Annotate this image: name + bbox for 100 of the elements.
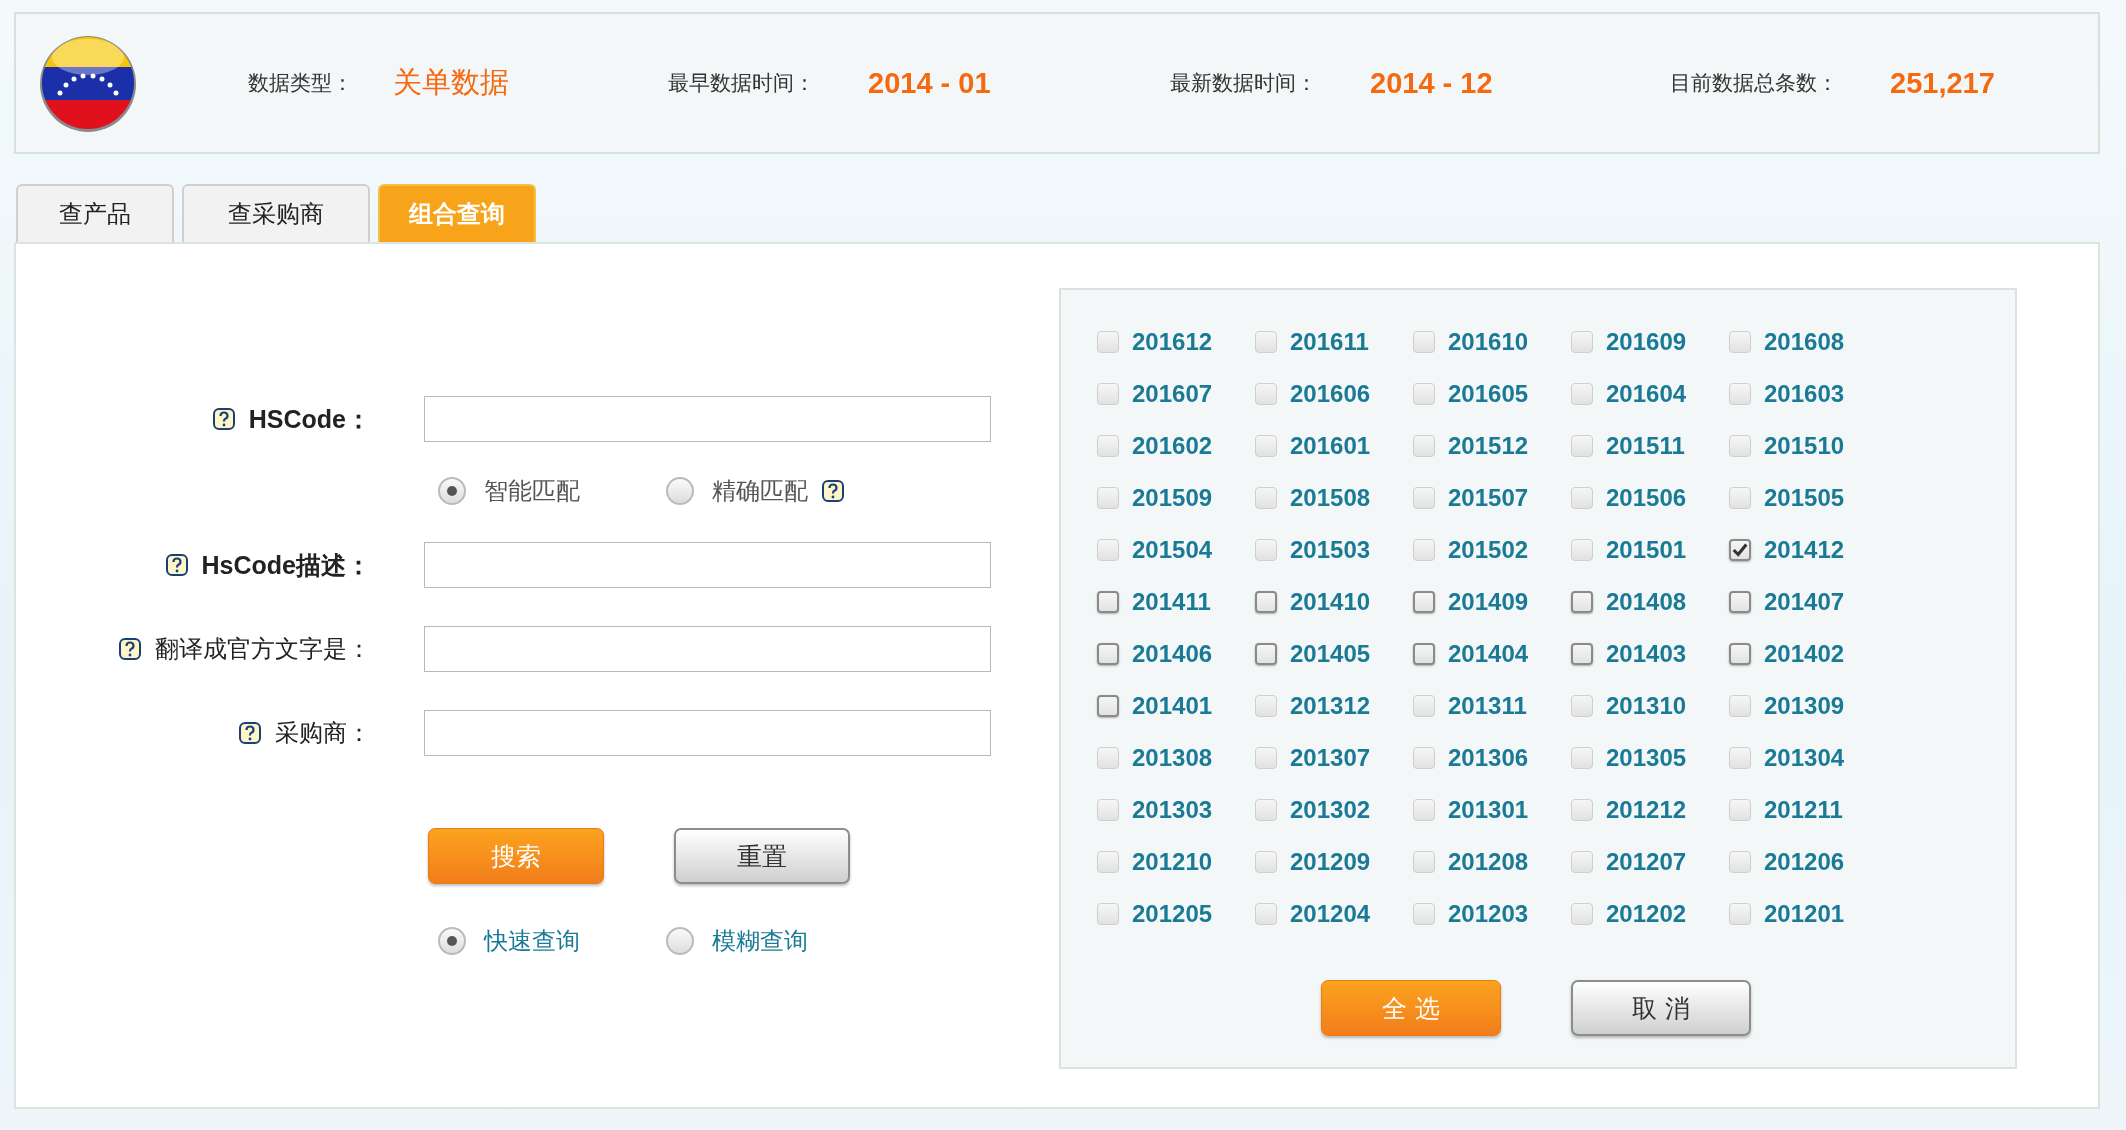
month-label: 201210 bbox=[1132, 848, 1213, 876]
month-label: 201302 bbox=[1290, 796, 1371, 824]
month-label: 201306 bbox=[1448, 744, 1529, 772]
month-label: 201209 bbox=[1290, 848, 1371, 876]
checkbox[interactable] bbox=[1413, 643, 1435, 665]
month-label: 201506 bbox=[1606, 484, 1687, 512]
month-label: 201202 bbox=[1606, 900, 1687, 928]
help-icon[interactable] bbox=[212, 408, 235, 430]
checkbox[interactable] bbox=[1729, 539, 1751, 561]
month-label: 201212 bbox=[1606, 796, 1687, 824]
help-icon[interactable] bbox=[165, 554, 188, 576]
month-label: 201603 bbox=[1764, 380, 1845, 408]
month-label: 201211 bbox=[1764, 796, 1843, 824]
month-label: 201310 bbox=[1606, 692, 1687, 720]
month-label: 201412 bbox=[1764, 536, 1845, 564]
checkbox[interactable] bbox=[1571, 591, 1593, 613]
month-label: 201502 bbox=[1448, 536, 1529, 564]
checkbox[interactable] bbox=[1097, 643, 1119, 665]
month-button[interactable]: 取 消 bbox=[1571, 980, 1751, 1036]
month-label: 201608 bbox=[1764, 328, 1845, 356]
month-label: 201507 bbox=[1448, 484, 1529, 512]
field-label: HsCode描述： bbox=[201, 549, 371, 581]
radio-label: 模糊查询 bbox=[712, 926, 808, 957]
checkbox[interactable] bbox=[1255, 643, 1277, 665]
radio-label: 快速查询 bbox=[484, 926, 580, 957]
radio-button[interactable] bbox=[438, 927, 466, 955]
month-label: 201601 bbox=[1290, 432, 1371, 460]
stat-value: 251,217 bbox=[1890, 66, 1995, 100]
stat-label: 数据类型： bbox=[248, 70, 354, 97]
month-label: 201205 bbox=[1132, 900, 1213, 928]
checkbox[interactable] bbox=[1097, 591, 1119, 613]
month-label: 201405 bbox=[1290, 640, 1371, 668]
radio-button[interactable] bbox=[666, 927, 694, 955]
input-field[interactable] bbox=[424, 396, 991, 442]
month-label: 201206 bbox=[1764, 848, 1845, 876]
month-label: 201408 bbox=[1606, 588, 1687, 616]
month-label: 201602 bbox=[1132, 432, 1213, 460]
checkbox[interactable] bbox=[1255, 591, 1277, 613]
radio-label: 智能匹配 bbox=[484, 476, 580, 507]
tab[interactable]: 查采购商 bbox=[182, 184, 370, 242]
month-label: 201606 bbox=[1290, 380, 1371, 408]
month-label: 201501 bbox=[1606, 536, 1687, 564]
month-label: 201402 bbox=[1764, 640, 1845, 668]
month-label: 201404 bbox=[1448, 640, 1529, 668]
month-label: 201607 bbox=[1132, 380, 1213, 408]
field-label: HSCode： bbox=[248, 403, 371, 435]
form-button[interactable]: 重置 bbox=[674, 828, 850, 884]
month-label: 201406 bbox=[1132, 640, 1213, 668]
month-label: 201407 bbox=[1764, 588, 1845, 616]
help-icon[interactable] bbox=[119, 638, 141, 660]
month-label: 201311 bbox=[1448, 692, 1527, 720]
month-label: 201509 bbox=[1132, 484, 1213, 512]
month-label: 201312 bbox=[1290, 692, 1371, 720]
month-label: 201503 bbox=[1290, 536, 1371, 564]
checkbox[interactable] bbox=[1413, 591, 1435, 613]
month-label: 201304 bbox=[1764, 744, 1845, 772]
checkbox[interactable] bbox=[1729, 591, 1751, 613]
stat-value: 2014 - 01 bbox=[868, 66, 991, 100]
stat-label: 最早数据时间： bbox=[668, 70, 816, 97]
month-label: 201307 bbox=[1290, 744, 1371, 772]
month-label: 201301 bbox=[1448, 796, 1529, 824]
month-label: 201204 bbox=[1290, 900, 1371, 928]
month-label: 201305 bbox=[1606, 744, 1687, 772]
stat-label: 目前数据总条数： bbox=[1670, 70, 1839, 97]
month-label: 201612 bbox=[1132, 328, 1213, 356]
month-label: 201403 bbox=[1606, 640, 1687, 668]
month-label: 201604 bbox=[1606, 380, 1687, 408]
radio-label: 精确匹配 bbox=[712, 476, 808, 507]
month-label: 201505 bbox=[1764, 484, 1845, 512]
field-label: 采购商： bbox=[275, 718, 371, 749]
help-icon[interactable] bbox=[239, 722, 261, 744]
month-label: 201609 bbox=[1606, 328, 1687, 356]
month-label: 201510 bbox=[1764, 432, 1845, 460]
input-field[interactable] bbox=[424, 710, 991, 756]
input-field[interactable] bbox=[424, 626, 991, 672]
month-label: 201308 bbox=[1132, 744, 1213, 772]
input-field[interactable] bbox=[424, 542, 991, 588]
month-label: 201511 bbox=[1606, 432, 1685, 460]
month-label: 201611 bbox=[1290, 328, 1369, 356]
month-label: 201401 bbox=[1132, 692, 1213, 720]
month-label: 201411 bbox=[1132, 588, 1211, 616]
month-label: 201309 bbox=[1764, 692, 1845, 720]
checkbox[interactable] bbox=[1571, 643, 1593, 665]
help-icon[interactable] bbox=[822, 480, 844, 502]
month-label: 201610 bbox=[1448, 328, 1529, 356]
month-label: 201508 bbox=[1290, 484, 1371, 512]
radio-button[interactable] bbox=[438, 477, 466, 505]
month-label: 201605 bbox=[1448, 380, 1529, 408]
stat-label: 最新数据时间： bbox=[1170, 70, 1318, 97]
month-label: 201409 bbox=[1448, 588, 1529, 616]
radio-button[interactable] bbox=[666, 477, 694, 505]
field-label: 翻译成官方文字是： bbox=[155, 634, 371, 665]
month-label: 201410 bbox=[1290, 588, 1371, 616]
stat-value: 2014 - 12 bbox=[1370, 66, 1493, 100]
month-label: 201208 bbox=[1448, 848, 1529, 876]
month-label: 201201 bbox=[1764, 900, 1845, 928]
checkbox[interactable] bbox=[1729, 643, 1751, 665]
checkbox[interactable] bbox=[1097, 695, 1119, 717]
month-label: 201207 bbox=[1606, 848, 1687, 876]
tab[interactable]: 查产品 bbox=[16, 184, 174, 242]
